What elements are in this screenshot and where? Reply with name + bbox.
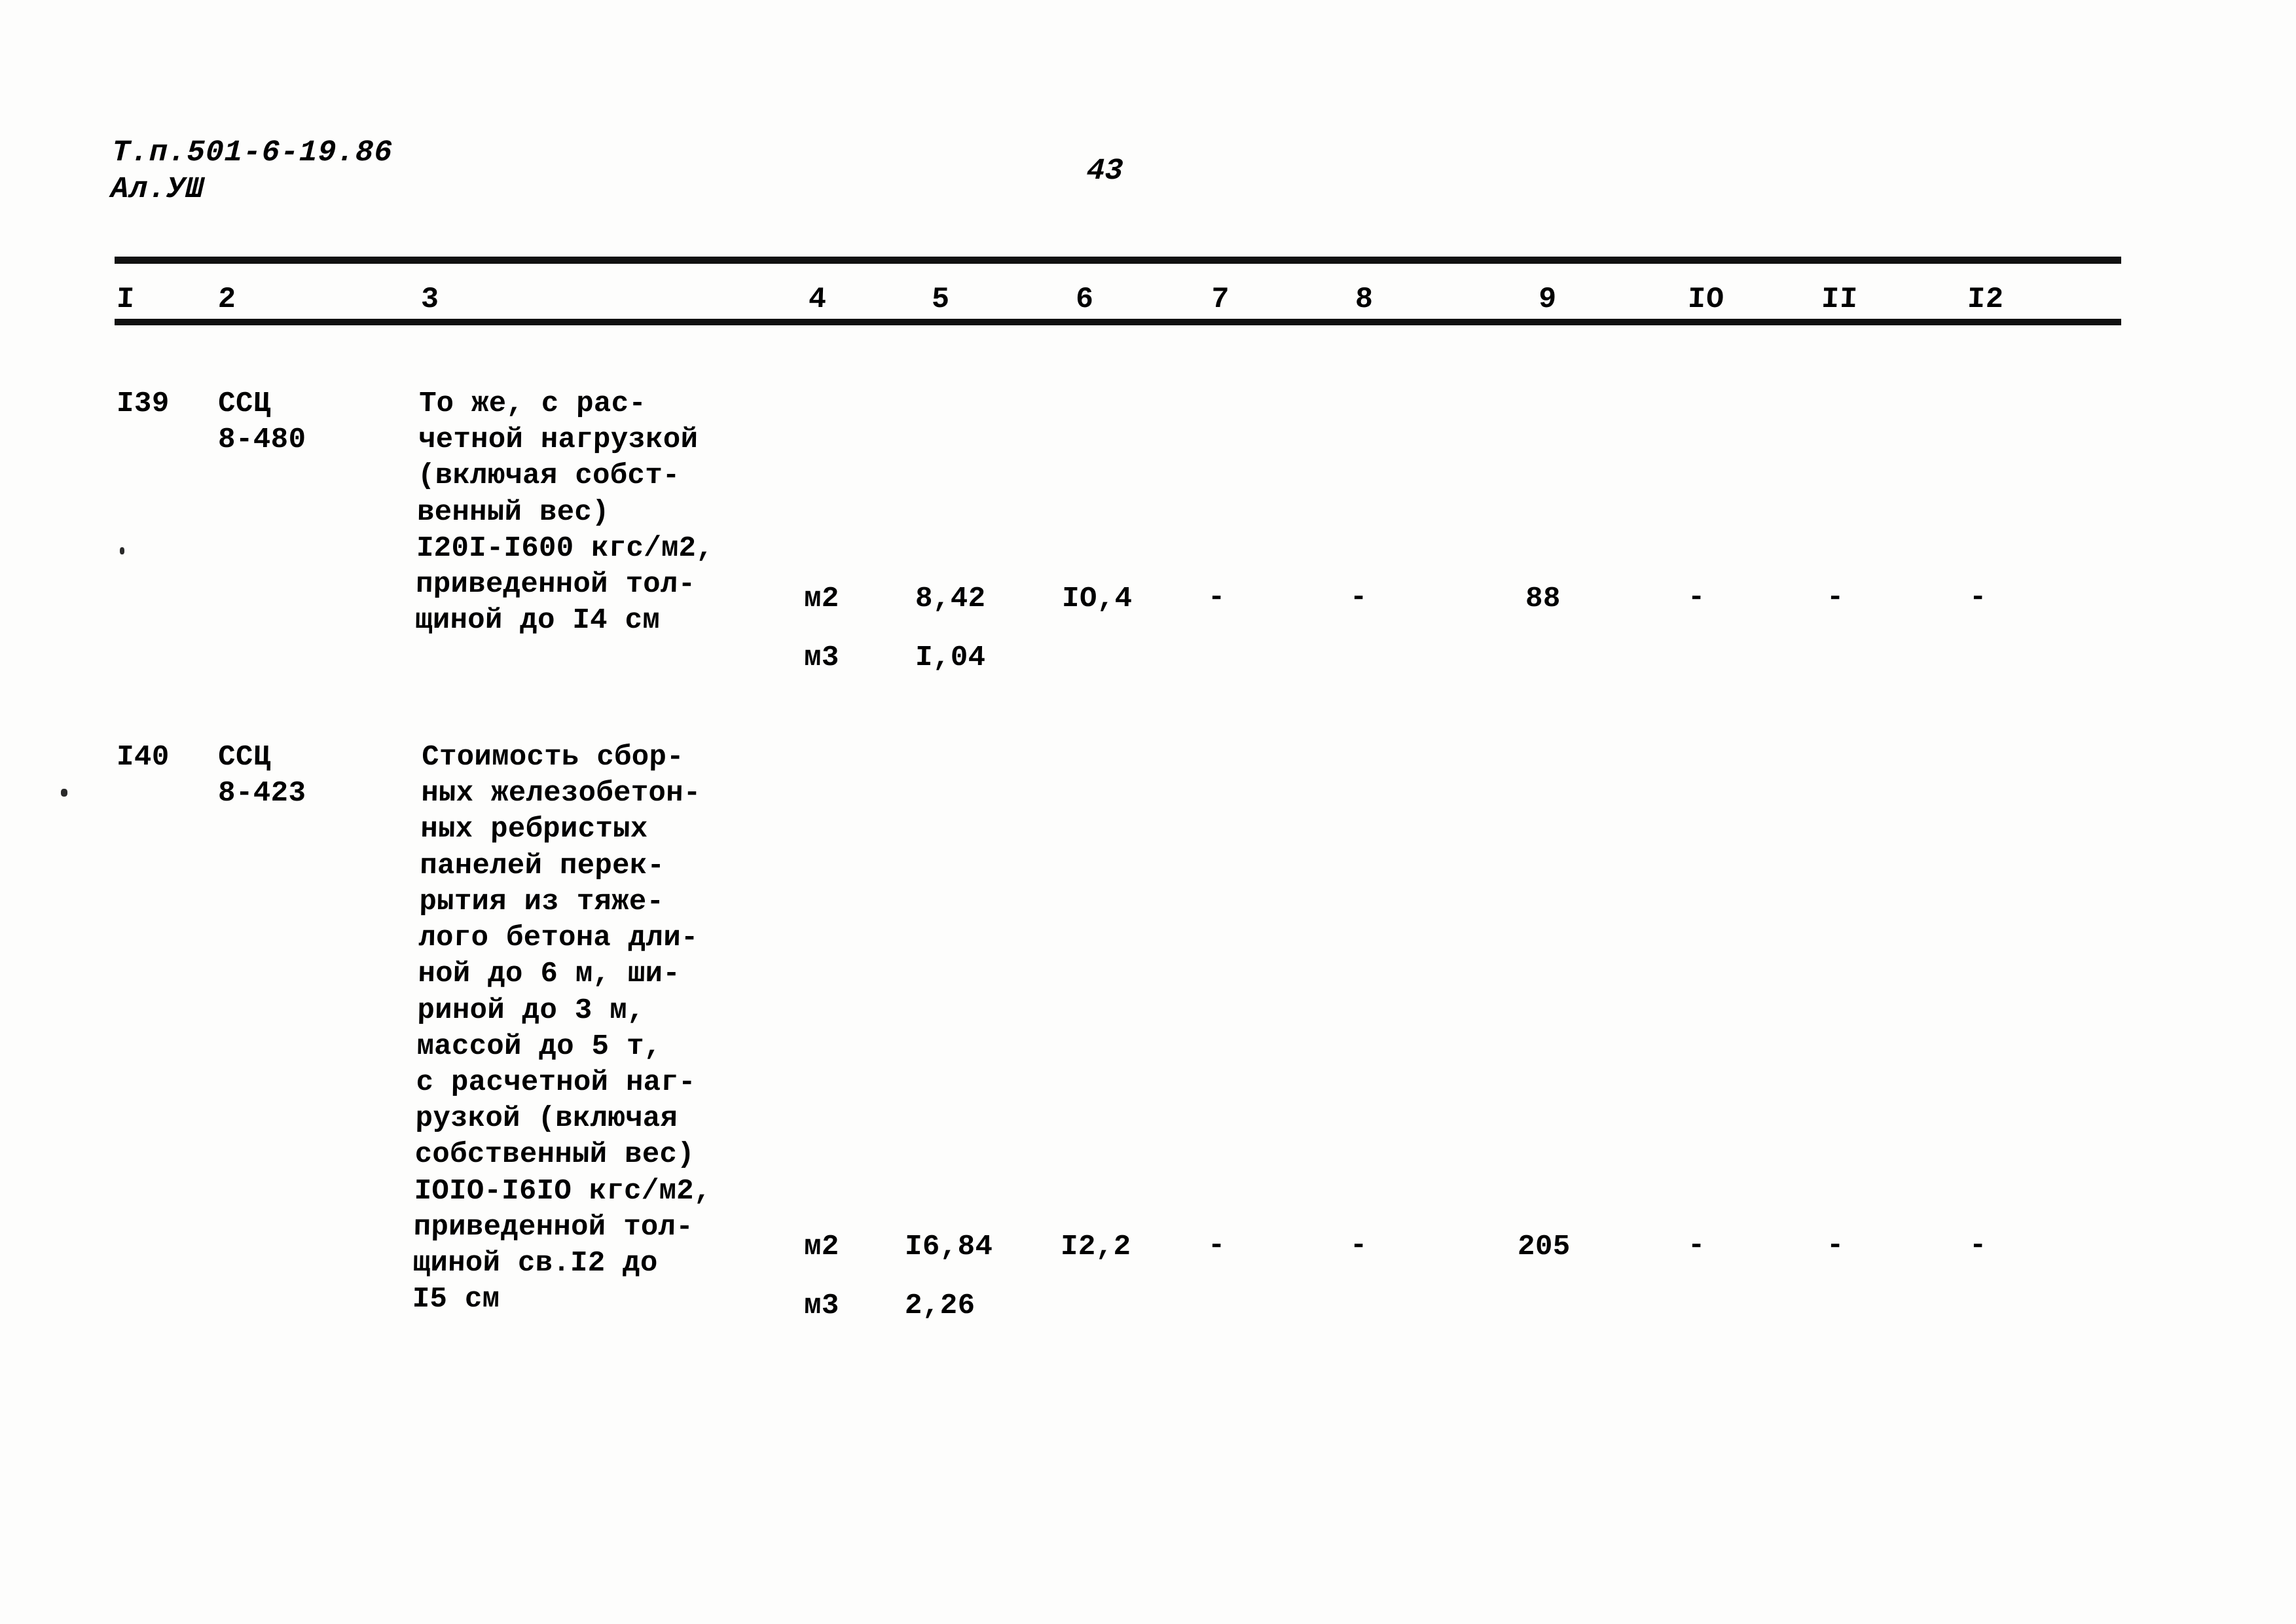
column-header-3: 3 (420, 283, 440, 316)
row-1-col7-primary: - (1207, 581, 1226, 614)
column-header-10: IO (1687, 283, 1725, 316)
scan-speckle (61, 789, 67, 797)
row-1-description: То же, с рас- четной нагрузкой (включая … (414, 388, 714, 638)
row-2-unit-secondary: м3 (803, 1290, 840, 1322)
row-1-col9-primary: 88 (1525, 583, 1561, 615)
column-header-8: 8 (1355, 283, 1374, 316)
column-header-9: 9 (1538, 283, 1558, 316)
row-1-unit-primary: м2 (803, 583, 840, 615)
column-header-6: 6 (1075, 283, 1095, 316)
row-1-unit-secondary: м3 (803, 641, 840, 674)
document-code-block: Т.п.501-6-19.86 Ал.УШ (110, 134, 393, 208)
column-header-7: 7 (1211, 283, 1230, 316)
row-2-code-line-1: ССЦ (217, 741, 272, 774)
row-1-code-line-2: 8-480 (217, 424, 306, 456)
table-top-rule (115, 257, 2121, 264)
row-1-col10-primary: - (1687, 581, 1705, 614)
page-number: 43 (1085, 154, 1124, 188)
row-1-col5-primary: 8,42 (915, 583, 987, 615)
row-2-code-line-2: 8-423 (217, 777, 306, 810)
row-2-col5-primary: I6,84 (904, 1231, 993, 1263)
row-1-code-line-1: ССЦ (217, 388, 272, 420)
row-2-col11-primary: - (1826, 1229, 1844, 1262)
column-header-11: II (1821, 283, 1859, 316)
row-2-description: Стоимость сбор- ных железобетон- ных реб… (412, 741, 712, 1316)
column-header-1: I (116, 283, 136, 316)
row-2-col7-primary: - (1207, 1229, 1226, 1262)
row-2-col6-primary: I2,2 (1060, 1231, 1132, 1263)
row-2-col5-secondary: 2,26 (904, 1290, 976, 1322)
row-1-col8-primary: - (1349, 581, 1368, 614)
row-1-col11-primary: - (1826, 581, 1844, 614)
row-2-col10-primary: - (1687, 1229, 1705, 1262)
column-header-5: 5 (931, 283, 951, 316)
row-2-col9-primary: 205 (1517, 1231, 1571, 1263)
row-1-col5-secondary: I,04 (915, 641, 987, 674)
column-header-4: 4 (808, 283, 828, 316)
row-2-col8-primary: - (1349, 1229, 1368, 1262)
row-2-unit-primary: м2 (803, 1231, 840, 1263)
row-1-col12-primary: - (1969, 581, 1987, 614)
scanned-document-page: Т.п.501-6-19.86 Ал.УШ 43 I 2 3 4 5 6 7 8… (0, 0, 2296, 1624)
row-2-item-number: I40 (116, 741, 170, 774)
table-header-bottom-rule (115, 319, 2121, 325)
row-1-col6-primary: IO,4 (1061, 583, 1133, 615)
row-2-col12-primary: - (1969, 1229, 1987, 1262)
document-code-line-2: Ал.УШ (110, 172, 205, 207)
document-code-line-1: Т.п.501-6-19.86 (111, 135, 393, 170)
row-1-item-number: I39 (116, 388, 170, 420)
column-header-2: 2 (217, 283, 237, 316)
scan-speckle (120, 547, 124, 554)
column-header-12: I2 (1967, 283, 2005, 316)
